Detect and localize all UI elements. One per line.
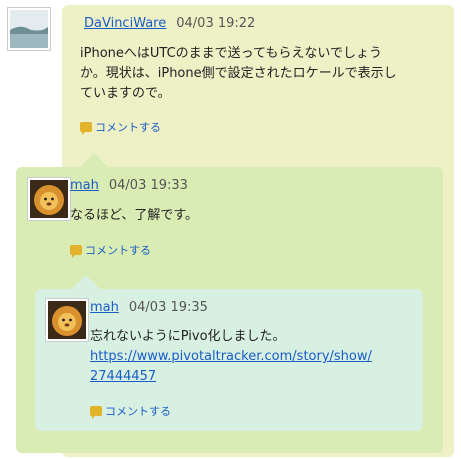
timestamp: 04/03 19:22	[176, 16, 256, 31]
comment-meta: DaVinciWare 04/03 19:22	[84, 16, 255, 31]
lion-avatar-icon	[48, 301, 86, 339]
comment-body: 忘れないようにPivo化しました。 https://www.pivotaltra…	[90, 327, 372, 387]
comment-icon	[70, 245, 82, 258]
story-link[interactable]: https://www.pivotaltracker.com/story/sho…	[90, 349, 372, 364]
comment-meta: mah 04/03 19:33	[70, 178, 188, 193]
story-link-continued[interactable]: 27444457	[90, 369, 156, 384]
reply-pointer	[72, 275, 100, 289]
reply-comment-button[interactable]: コメントする	[70, 242, 151, 258]
reply-comment-button[interactable]: コメントする	[80, 119, 161, 135]
avatar[interactable]	[7, 7, 51, 51]
landscape-avatar-icon	[10, 10, 48, 48]
reply-label: コメントする	[85, 244, 151, 257]
comment-line: なるほど、了解です。	[70, 208, 199, 223]
comment-line: 忘れないようにPivo化しました。	[90, 329, 286, 344]
comment-icon	[90, 406, 102, 419]
comment-line: iPhoneへはUTCのままで送ってもらえないでしょう	[80, 46, 382, 61]
comment-body: なるほど、了解です。	[70, 206, 198, 226]
comment-line: か。現状は、iPhone側で設定されたロケールで表示し	[80, 66, 397, 81]
comment-body: iPhoneへはUTCのままで送ってもらえないでしょう か。現状は、iPhone…	[80, 44, 397, 104]
lion-avatar-icon	[30, 180, 68, 218]
comment-meta: mah 04/03 19:35	[90, 300, 208, 315]
comment-line: ていますので。	[80, 86, 171, 101]
avatar[interactable]	[45, 298, 89, 342]
timestamp: 04/03 19:35	[128, 300, 208, 315]
reply-label: コメントする	[95, 121, 161, 134]
comment-icon	[80, 122, 92, 135]
author-link[interactable]: mah	[70, 178, 99, 193]
reply-pointer	[80, 153, 108, 167]
author-link[interactable]: mah	[90, 300, 119, 315]
avatar[interactable]	[27, 177, 71, 221]
timestamp: 04/03 19:33	[108, 178, 188, 193]
reply-label: コメントする	[105, 405, 171, 418]
author-link[interactable]: DaVinciWare	[84, 16, 166, 31]
reply-comment-button[interactable]: コメントする	[90, 403, 171, 419]
